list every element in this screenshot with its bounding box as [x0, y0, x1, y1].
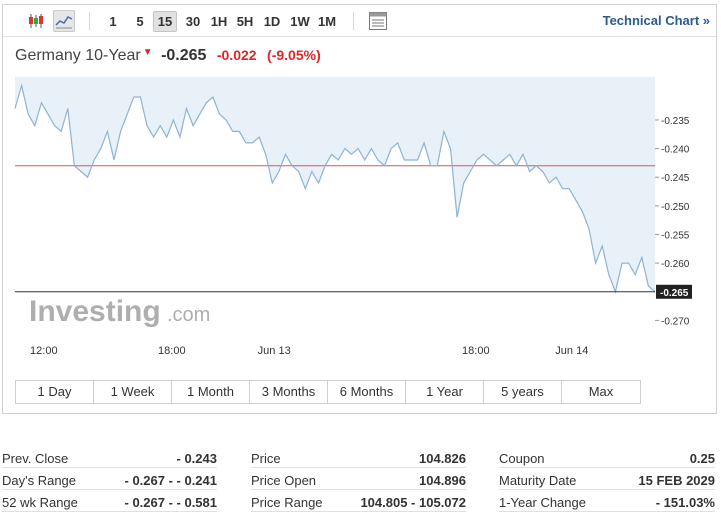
stat-row: Day's Range - 0.267 - - 0.241 — [2, 468, 217, 490]
stat-row: Price 104.826 — [251, 446, 466, 468]
range-button-1-year[interactable]: 1 Year — [406, 381, 484, 403]
y-tick-label: -0.260 — [661, 259, 690, 270]
stats-column: Coupon 0.25 Maturity Date 15 FEB 2029 1-Year… — [499, 446, 715, 512]
stat-row: Price Range 104.805 - 105.072 — [251, 490, 466, 512]
price-chart[interactable]: Investing .com -0.235 -0.240 -0.245 -0.250 -0.… — [3, 5, 716, 375]
stat-row: Prev. Close - 0.243 — [2, 446, 217, 468]
range-button-5-years[interactable]: 5 years — [484, 381, 562, 403]
range-button-1-day[interactable]: 1 Day — [16, 381, 94, 403]
x-tick-label: Jun 14 — [555, 345, 588, 357]
stats-column: Prev. Close - 0.243 Day's Range - 0.267 - -… — [2, 446, 217, 512]
y-tick-label: -0.255 — [661, 231, 690, 242]
x-tick-label: 12:00 — [30, 345, 58, 357]
y-tick-label: -0.235 — [661, 116, 690, 127]
chart-widget: 1 5 15 30 1H 5H 1D 1W 1M Technical Chart… — [2, 4, 717, 414]
x-tick-label: 18:00 — [158, 345, 186, 357]
stat-row: Maturity Date 15 FEB 2029 — [499, 468, 715, 490]
y-tick-label: -0.250 — [661, 202, 690, 213]
time-range-selector: 1 Day 1 Week 1 Month 3 Months 6 Months 1 Year… — [15, 380, 641, 404]
watermark-logo: Investing — [29, 295, 161, 328]
y-tick-label: -0.245 — [661, 173, 690, 184]
x-tick-label: Jun 13 — [258, 345, 291, 357]
range-button-1-month[interactable]: 1 Month — [172, 381, 250, 403]
stat-row: Price Open 104.896 — [251, 468, 466, 490]
stat-label: 1-Year Change — [499, 495, 586, 510]
stat-value: - 0.267 - - 0.581 — [124, 495, 218, 510]
stat-row: 1-Year Change - 151.03% — [499, 490, 715, 512]
stat-label: 52 wk Range — [2, 495, 78, 510]
stat-row: 52 wk Range - 0.267 - - 0.581 — [2, 490, 217, 512]
current-price-label: -0.265 — [660, 288, 689, 299]
stat-label: Price Range — [251, 495, 323, 510]
y-tick-label: -0.270 — [661, 316, 690, 327]
stat-value: 104.805 - 105.072 — [360, 495, 466, 510]
watermark-suffix: .com — [167, 304, 210, 326]
range-button-6-months[interactable]: 6 Months — [328, 381, 406, 403]
stats-column: Price 104.826 Price Open 104.896 Price Range… — [251, 446, 466, 512]
y-tick-label: -0.240 — [661, 145, 690, 156]
stat-row: Coupon 0.25 — [499, 446, 715, 468]
x-tick-label: 18:00 — [462, 345, 490, 357]
range-button-max[interactable]: Max — [562, 381, 640, 403]
range-button-1-week[interactable]: 1 Week — [94, 381, 172, 403]
range-button-3-months[interactable]: 3 Months — [250, 381, 328, 403]
stat-value: - 151.03% — [655, 495, 715, 510]
